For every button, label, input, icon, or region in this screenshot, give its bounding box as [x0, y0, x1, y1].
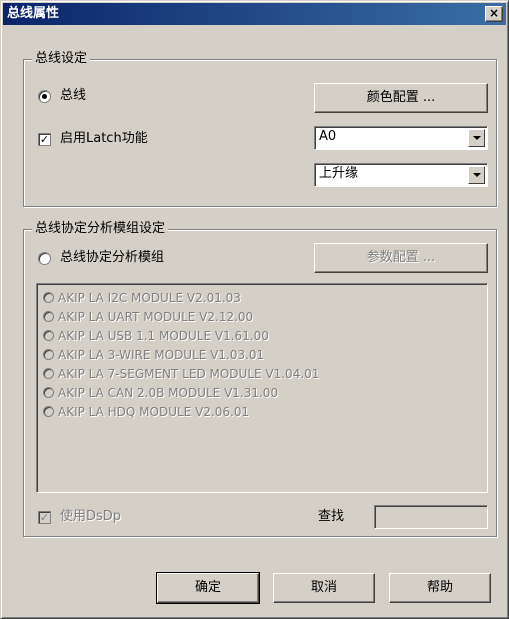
cancel-button[interactable]: 取消 [273, 573, 375, 603]
color-config-button[interactable]: 颜色配置 ... [314, 83, 488, 113]
bus-settings-legend: 总线设定 [32, 51, 91, 67]
latch-checkbox[interactable]: ✓ [38, 133, 51, 146]
protocol-radio-label[interactable]: 总线协定分析模组 [60, 250, 164, 266]
module-label: AKIP LA 3-WIRE MODULE V1.03.01 [58, 348, 265, 362]
edge-select-value: 上升缘 [319, 166, 359, 181]
help-button[interactable]: 帮助 [389, 573, 491, 603]
bus-radio-dot [42, 94, 47, 99]
module-radio[interactable] [43, 311, 54, 322]
module-radio[interactable] [43, 406, 54, 417]
module-label: AKIP LA HDQ MODULE V2.06.01 [58, 405, 250, 419]
module-label: AKIP LA I2C MODULE V2.01.03 [58, 291, 241, 305]
module-label: AKIP LA UART MODULE V2.12.00 [58, 310, 254, 324]
channel-select[interactable]: A0 [314, 126, 488, 150]
module-label: AKIP LA CAN 2.0B MODULE V1.31.00 [58, 386, 279, 400]
module-list[interactable]: AKIP LA I2C MODULE V2.01.03 AKIP LA UART… [36, 283, 488, 493]
module-radio[interactable] [43, 349, 54, 360]
window-title: 总线属性 [7, 6, 60, 21]
edge-select[interactable]: 上升缘 [314, 163, 488, 187]
module-label: AKIP LA 7-SEGMENT LED MODULE V1.04.01 [58, 367, 320, 381]
module-radio[interactable] [43, 330, 54, 341]
latch-label[interactable]: 启用Latch功能 [60, 131, 148, 147]
bus-radio[interactable] [38, 90, 51, 103]
protocol-module-legend: 总线协定分析模组设定 [32, 221, 169, 237]
module-radio[interactable] [43, 368, 54, 379]
channel-select-value: A0 [319, 129, 337, 144]
protocol-radio[interactable] [38, 252, 51, 265]
search-label: 查找 [318, 509, 345, 524]
edge-dropdown-arrow-icon[interactable] [468, 166, 485, 184]
title-bar[interactable]: 总线属性 × [3, 3, 506, 25]
dsdp-checkbox[interactable]: ✓ [38, 511, 51, 524]
module-label: AKIP LA USB 1.1 MODULE V1.61.00 [58, 329, 269, 343]
module-radio[interactable] [43, 292, 54, 303]
module-radio[interactable] [43, 387, 54, 398]
ok-button[interactable]: 确定 [156, 572, 260, 604]
param-config-button[interactable]: 参数配置 ... [314, 243, 488, 273]
bus-properties-dialog: 总线属性 × 总线设定 总线 颜色配置 ... ✓ 启用Latch功能 A0 上… [0, 0, 509, 619]
bus-settings-group: 总线设定 总线 颜色配置 ... ✓ 启用Latch功能 A0 上升缘 [23, 51, 497, 207]
protocol-module-group: 总线协定分析模组设定 总线协定分析模组 参数配置 ... AKIP LA I2C… [23, 221, 497, 537]
bus-radio-label[interactable]: 总线 [60, 88, 86, 104]
dsdp-label[interactable]: 使用DsDp [60, 509, 121, 525]
close-button[interactable]: × [485, 6, 503, 22]
search-input[interactable] [374, 505, 488, 529]
channel-dropdown-arrow-icon[interactable] [468, 129, 485, 147]
